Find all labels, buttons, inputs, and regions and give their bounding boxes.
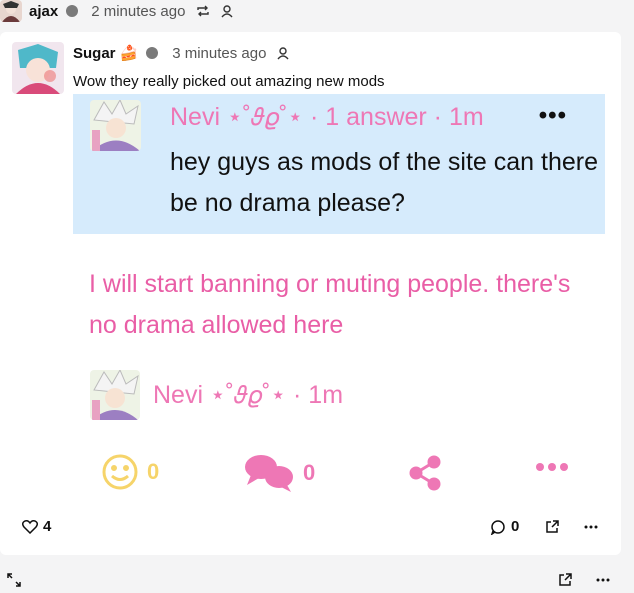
reactions-count: 0 xyxy=(147,459,160,484)
share-button[interactable] xyxy=(407,455,443,491)
comment-icon[interactable] xyxy=(490,519,506,535)
embed-more-button[interactable] xyxy=(535,461,569,473)
answers-count: 0 xyxy=(303,460,316,485)
repost-author[interactable]: ajax xyxy=(29,3,58,20)
bottom-bar xyxy=(0,563,634,593)
post-author[interactable]: Sugar xyxy=(73,45,116,62)
emoji-smile-icon xyxy=(101,453,139,491)
more-icon xyxy=(535,461,569,473)
heart-icon xyxy=(22,519,38,534)
post-text: Wow they really picked out amazing new m… xyxy=(73,73,385,90)
more-icon[interactable]: ••• xyxy=(539,102,567,130)
repost-bar: ajax 2 minutes ago xyxy=(0,0,634,22)
status-dot xyxy=(66,5,79,17)
person-icon xyxy=(220,4,234,18)
status-dot xyxy=(146,47,159,59)
share-icon xyxy=(407,455,443,491)
like-count: 4 xyxy=(43,518,52,535)
post-card: Sugar 🍰 3 minutes ago Wow they really pi… xyxy=(0,32,621,555)
embed-question-text: hey guys as mods of the site can there b… xyxy=(170,148,599,217)
more-icon[interactable] xyxy=(584,525,598,529)
more-icon[interactable] xyxy=(596,578,610,582)
embed-signature-avatar[interactable] xyxy=(90,370,140,420)
embed-author-avatar[interactable] xyxy=(90,100,141,151)
author-emoji: 🍰 xyxy=(119,45,139,62)
embed-signature: Nevi ⋆˚𝜗𝜚˚⋆ · 1m xyxy=(153,381,344,409)
post-time: 3 minutes ago xyxy=(172,44,267,62)
person-icon xyxy=(276,46,290,60)
embed-answer-text: I will start banning or muting people. t… xyxy=(89,270,571,339)
repost-time: 2 minutes ago xyxy=(91,2,186,20)
reactions-button[interactable]: 0 xyxy=(101,453,159,491)
comment-bubble-icon xyxy=(243,453,295,493)
author-avatar[interactable] xyxy=(12,42,64,94)
repost-icon xyxy=(196,4,210,18)
embedded-question[interactable]: Nevi ⋆˚𝜗𝜚˚⋆ · 1 answer · 1m ••• hey guys… xyxy=(73,94,605,234)
embed-title: Nevi ⋆˚𝜗𝜚˚⋆ · 1 answer · 1m xyxy=(170,103,484,131)
repost-avatar[interactable] xyxy=(0,0,22,22)
embedded-answer: I will start banning or muting people. t… xyxy=(73,234,605,504)
external-link-icon[interactable] xyxy=(545,519,560,534)
comment-count: 0 xyxy=(511,518,520,535)
answers-button[interactable]: 0 xyxy=(243,453,315,493)
expand-icon[interactable] xyxy=(7,573,21,587)
external-link-icon[interactable] xyxy=(558,572,573,587)
like-button[interactable]: 4 xyxy=(22,518,51,535)
